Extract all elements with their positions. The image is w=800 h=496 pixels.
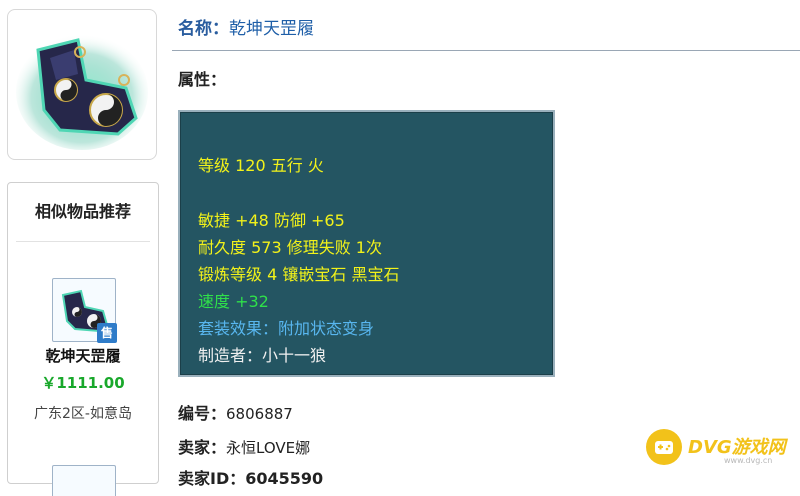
item-name-row: 名称：乾坤天罡履: [178, 14, 314, 39]
divider: [16, 241, 150, 242]
similar-items-panel: 相似物品推荐 售 乾坤天罡履 ￥1111.00 广东2区-如意岛: [7, 182, 159, 496]
attr-maker: 制造者：小十一狼: [198, 346, 327, 365]
item-id-row: 编号：6806887: [178, 400, 293, 424]
attr-durability: 耐久度 573 修理失败 1次: [198, 238, 382, 257]
item-id-value: 6806887: [226, 405, 293, 423]
similar-item-thumbnail[interactable]: [52, 465, 116, 496]
divider: [172, 50, 800, 51]
sale-badge: 售: [97, 323, 117, 343]
attr-stats: 敏捷 +48 防御 +65: [198, 211, 345, 230]
gamepad-icon: [646, 429, 682, 465]
similar-item-thumbnail[interactable]: 售: [52, 278, 117, 343]
attr-speed: 速度 +32: [198, 292, 269, 311]
partial-row-text: 卖家ID：6045590: [178, 469, 324, 488]
partial-row: 卖家ID：6045590: [178, 465, 323, 489]
attributes-panel: 等级 120 五行 火 敏捷 +48 防御 +65 耐久度 573 修理失败 1…: [178, 110, 555, 377]
watermark: DVG游戏网 www.dvg.cn: [646, 429, 800, 465]
attributes-label: 属性：: [178, 70, 227, 89]
similar-items-title: 相似物品推荐: [34, 202, 131, 221]
item-id-label: 编号：: [178, 404, 227, 423]
item-name-label: 名称：: [178, 19, 229, 39]
watermark-sub: www.dvg.cn: [724, 456, 773, 465]
attr-level: 等级 120 五行 火: [198, 156, 324, 175]
seller-label: 卖家：: [178, 438, 227, 457]
attr-set-effect: 套装效果：附加状态变身: [198, 319, 375, 338]
item-name-value: 乾坤天罡履: [229, 19, 314, 39]
attr-forge: 锻炼等级 4 镶嵌宝石 黑宝石: [198, 265, 400, 284]
similar-item-server: 广东2区-如意岛: [34, 406, 132, 422]
boots-icon: [16, 34, 148, 150]
similar-item-name[interactable]: 乾坤天罡履: [8, 345, 158, 366]
seller-row: 卖家：永恒LOVE娜: [178, 434, 310, 458]
similar-item-price: ￥1111.00: [41, 374, 125, 392]
seller-value: 永恒LOVE娜: [226, 439, 311, 457]
item-image-frame: [7, 9, 157, 160]
